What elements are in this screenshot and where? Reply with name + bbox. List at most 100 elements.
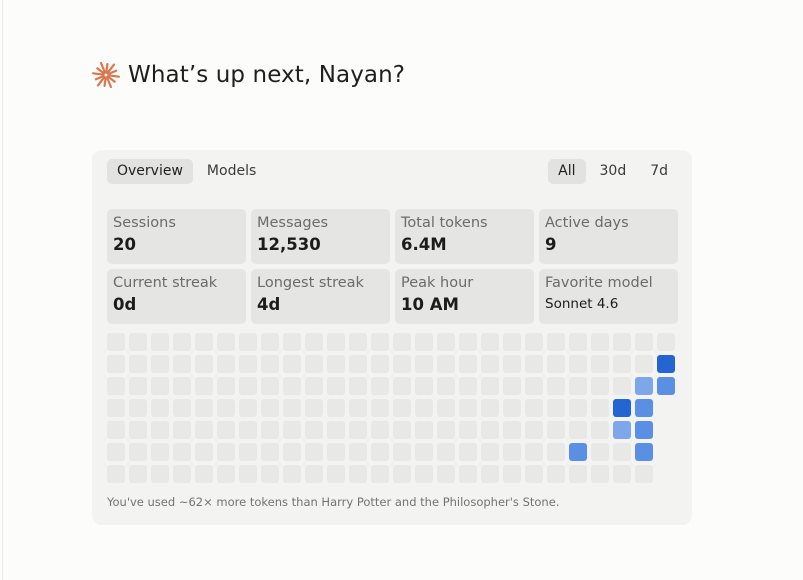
heatmap-cell xyxy=(613,333,631,351)
heatmap-cell xyxy=(107,421,125,439)
heatmap-cell xyxy=(239,355,257,373)
heatmap-cell xyxy=(481,465,499,483)
heatmap-cell xyxy=(613,399,631,417)
heatmap-cell xyxy=(503,421,521,439)
heatmap-cell xyxy=(239,443,257,461)
heatmap-cell xyxy=(503,399,521,417)
heatmap-cell xyxy=(393,355,411,373)
stat-sessions: Sessions 20 xyxy=(107,209,246,264)
heatmap-cell xyxy=(195,333,213,351)
heatmap-cell xyxy=(547,333,565,351)
view-tabs: Overview Models xyxy=(107,159,266,184)
heatmap-cell xyxy=(195,421,213,439)
heatmap-cell xyxy=(239,421,257,439)
range-tab-30d[interactable]: 30d xyxy=(590,159,637,184)
heatmap-cell xyxy=(503,465,521,483)
heatmap-cell xyxy=(415,443,433,461)
heatmap-cell xyxy=(349,421,367,439)
tab-models[interactable]: Models xyxy=(197,159,266,184)
app-window: What’s up next, Nayan? Overview Models A… xyxy=(0,0,803,580)
heatmap-cell xyxy=(481,443,499,461)
heatmap-cell xyxy=(217,465,235,483)
heatmap-cell xyxy=(239,465,257,483)
heatmap-cell xyxy=(415,421,433,439)
stat-value: 12,530 xyxy=(257,235,321,254)
heatmap-cell xyxy=(195,399,213,417)
heatmap-cell xyxy=(151,377,169,395)
heatmap-cell xyxy=(129,355,147,373)
range-tabs: All 30d 7d xyxy=(548,159,678,184)
stat-value: 6.4M xyxy=(401,235,447,254)
heatmap-cell xyxy=(305,333,323,351)
heatmap-cell xyxy=(569,377,587,395)
stat-total-tokens: Total tokens 6.4M xyxy=(395,209,534,264)
heatmap-cell xyxy=(393,377,411,395)
stat-longest-streak: Longest streak 4d xyxy=(251,269,390,324)
heatmap-cell xyxy=(393,421,411,439)
stats-grid: Sessions 20 Messages 12,530 Total tokens… xyxy=(107,209,678,324)
usage-stats-card: Overview Models All 30d 7d Sessions 20 M… xyxy=(92,150,692,525)
heatmap-cell xyxy=(151,465,169,483)
heatmap-cell xyxy=(635,333,653,351)
heatmap-cell xyxy=(305,377,323,395)
heatmap-cell xyxy=(503,377,521,395)
heatmap-cell xyxy=(437,465,455,483)
heatmap-cell xyxy=(569,465,587,483)
heatmap-cell xyxy=(371,465,389,483)
heatmap-cell xyxy=(173,377,191,395)
heatmap-cell xyxy=(415,355,433,373)
heatmap-cell xyxy=(151,421,169,439)
heatmap-cell xyxy=(437,355,455,373)
stat-messages: Messages 12,530 xyxy=(251,209,390,264)
greeting-text: What’s up next, Nayan? xyxy=(128,62,406,88)
sparkle-icon xyxy=(92,61,120,89)
stat-value: 20 xyxy=(113,235,136,254)
stat-label: Messages xyxy=(257,215,329,231)
heatmap-cell xyxy=(459,465,477,483)
stat-label: Longest streak xyxy=(257,275,364,291)
heatmap-cell xyxy=(657,333,675,351)
heatmap-cell xyxy=(481,333,499,351)
heatmap-cell xyxy=(151,355,169,373)
heatmap-cell xyxy=(635,377,653,395)
tab-overview[interactable]: Overview xyxy=(107,159,193,184)
heatmap-cell xyxy=(261,421,279,439)
heatmap-cell xyxy=(371,355,389,373)
heatmap-cell xyxy=(327,465,345,483)
range-tab-7d[interactable]: 7d xyxy=(640,159,678,184)
heatmap-cell xyxy=(217,399,235,417)
heatmap-cell xyxy=(305,421,323,439)
heatmap-cell xyxy=(349,377,367,395)
heatmap-cell xyxy=(371,421,389,439)
heatmap-cell xyxy=(437,399,455,417)
heatmap-cell xyxy=(547,399,565,417)
heatmap-cell xyxy=(547,443,565,461)
heatmap-cell xyxy=(305,399,323,417)
heatmap-cell xyxy=(569,355,587,373)
heatmap-cell xyxy=(591,465,609,483)
heatmap-cell xyxy=(327,355,345,373)
stat-value: 0d xyxy=(113,295,137,314)
stat-label: Total tokens xyxy=(401,215,488,231)
heatmap-cell xyxy=(129,333,147,351)
heatmap-cell xyxy=(129,421,147,439)
stat-current-streak: Current streak 0d xyxy=(107,269,246,324)
heatmap-cell xyxy=(217,421,235,439)
heatmap-cell xyxy=(283,443,301,461)
heatmap-cell xyxy=(349,465,367,483)
heatmap-cell xyxy=(151,443,169,461)
heatmap-cell xyxy=(129,399,147,417)
range-tab-all[interactable]: All xyxy=(548,159,586,184)
heatmap-cell xyxy=(349,355,367,373)
heatmap-cell xyxy=(327,377,345,395)
heatmap-cell xyxy=(107,355,125,373)
stat-value: Sonnet 4.6 xyxy=(545,296,619,312)
heatmap-cell xyxy=(261,355,279,373)
heatmap-cell xyxy=(591,399,609,417)
heatmap-cell xyxy=(129,377,147,395)
heatmap-cell xyxy=(393,399,411,417)
heatmap-cell xyxy=(371,333,389,351)
stat-label: Favorite model xyxy=(545,275,653,291)
heatmap-cell xyxy=(217,355,235,373)
heatmap-cell xyxy=(591,443,609,461)
